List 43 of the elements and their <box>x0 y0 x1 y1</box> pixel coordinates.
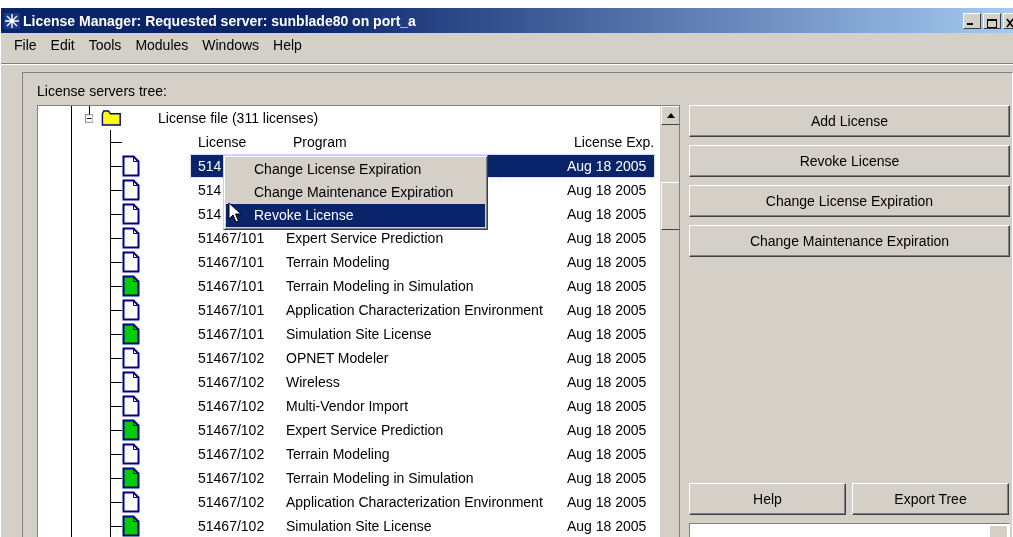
program-cell: Expert Service Prediction <box>286 422 444 438</box>
license-cell: 51467/101 <box>198 254 265 270</box>
program-cell: Application Characterization Environment <box>286 302 543 318</box>
program-cell: OPNET Modeler <box>286 350 389 366</box>
license-cell: 51467/102 <box>198 494 265 510</box>
expiration-cell: Aug 18 2005 <box>567 518 647 534</box>
license-cell: 51467/101 <box>198 230 265 246</box>
license-cell: 51467/102 <box>198 350 265 366</box>
program-cell: Application Characterization Environment <box>286 494 543 510</box>
license-cell: 51467/102 <box>198 398 265 414</box>
program-cell: Simulation Site License <box>286 326 432 342</box>
license-cell: 51467/101 <box>198 326 265 342</box>
expiration-cell: Aug 18 2005 <box>567 446 647 462</box>
license-cell: 51467/102 <box>198 422 265 438</box>
expiration-cell: Aug 18 2005 <box>567 254 647 270</box>
license-cell: 51467/102 <box>198 446 265 462</box>
expiration-cell: Aug 18 2005 <box>567 158 647 174</box>
license-cell: 51467/102 <box>198 470 265 486</box>
expiration-cell: Aug 18 2005 <box>567 302 647 318</box>
expiration-cell: Aug 18 2005 <box>567 230 647 246</box>
program-cell: Expert Service Prediction <box>286 230 444 246</box>
program-cell: Multi-Vendor Import <box>286 398 409 414</box>
program-cell: Simulation Site License <box>286 518 432 534</box>
program-cell: Terrain Modeling <box>286 446 390 462</box>
expiration-cell: Aug 18 2005 <box>567 374 647 390</box>
program-cell: Wireless <box>286 374 340 390</box>
program-cell: Terrain Modeling in Simulation <box>286 470 474 486</box>
expiration-cell: Aug 18 2005 <box>567 398 647 414</box>
license-cell: 514 <box>198 158 222 174</box>
license-cell: 51467/102 <box>198 518 265 534</box>
expiration-cell: Aug 18 2005 <box>567 494 647 510</box>
program-cell: Terrain Modeling <box>286 254 390 270</box>
program-cell: Terrain Modeling in Simulation <box>286 278 474 294</box>
expiration-cell: Aug 18 2005 <box>567 326 647 342</box>
expiration-cell: Aug 18 2005 <box>567 422 647 438</box>
license-cell: 51467/102 <box>198 374 265 390</box>
license-cell: 51467/101 <box>198 302 265 318</box>
tree-label: License servers tree: <box>37 83 168 101</box>
license-cell: 51467/101 <box>198 278 265 294</box>
expiration-cell: Aug 18 2005 <box>567 470 647 486</box>
expiration-cell: Aug 18 2005 <box>567 278 647 294</box>
expiration-cell: Aug 18 2005 <box>567 350 647 366</box>
window-title: License Manager: Requested server: sunblade80 on port_a <box>23 12 416 29</box>
